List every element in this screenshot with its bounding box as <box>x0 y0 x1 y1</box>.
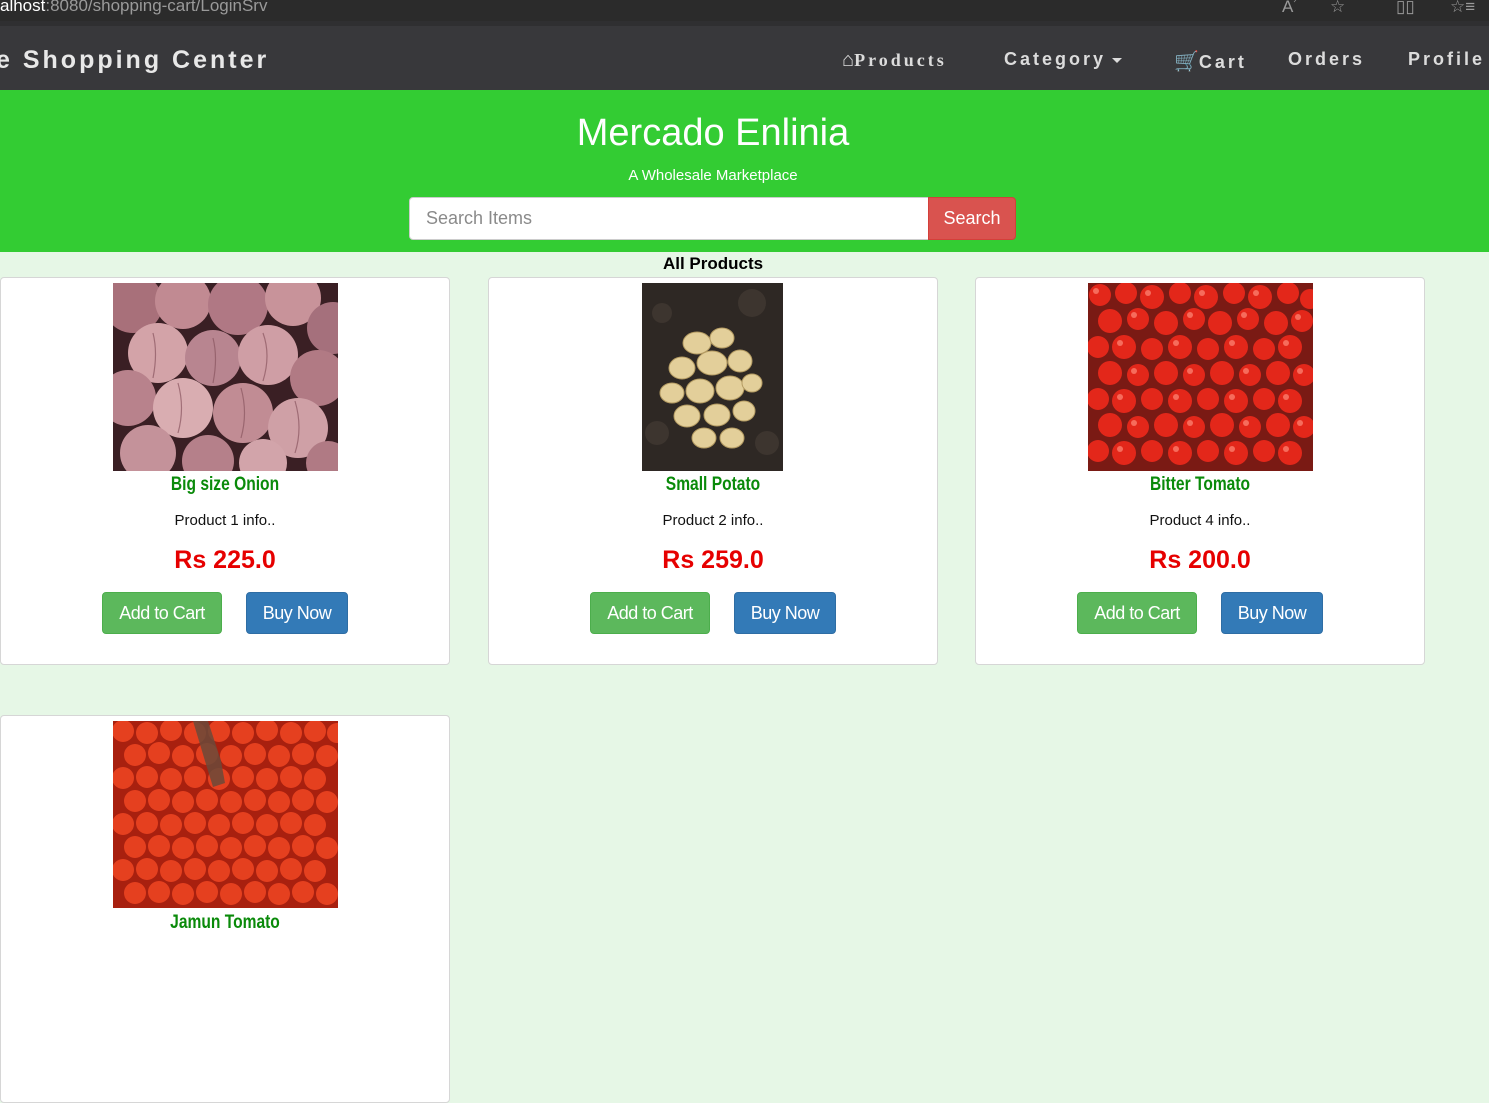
product-image-potato <box>642 283 783 471</box>
product-card: Jamun Tomato <box>0 715 450 1103</box>
product-price: Rs 225.0 <box>174 546 276 574</box>
chevron-down-icon <box>1112 57 1123 63</box>
buy-now-button[interactable]: Buy Now <box>1221 592 1323 634</box>
product-image-onion <box>113 283 338 471</box>
nav-cart-label: Cart <box>1198 52 1247 72</box>
product-name[interactable]: Jamun Tomato <box>41 912 408 934</box>
buy-now-button[interactable]: Buy Now <box>246 592 348 634</box>
product-image-bitter-tomato <box>1088 283 1313 471</box>
address-bar[interactable]: alhost:8080/shopping-cart/LoginSrv <box>0 0 267 16</box>
search-input[interactable] <box>409 197 929 240</box>
product-info: Product 4 info.. <box>1149 512 1251 529</box>
product-price: Rs 200.0 <box>1149 546 1251 574</box>
nav-cart[interactable]: 🛒Cart <box>1174 49 1247 74</box>
favorite-star-icon[interactable]: ☆ <box>1330 0 1345 17</box>
search-button[interactable]: Search <box>928 197 1016 240</box>
nav-category-label: Category <box>1004 49 1107 69</box>
product-card: Big size Onion Product 1 info.. Rs 225.0… <box>0 277 450 665</box>
site-tagline: A Wholesale Marketplace <box>628 167 798 184</box>
read-aloud-icon[interactable]: Aᐟ <box>1282 0 1297 17</box>
browser-toolbar: alhost:8080/shopping-cart/LoginSrv Aᐟ ☆ … <box>0 0 1489 21</box>
top-navbar: e Shopping Center ⌂Products Category 🛒Ca… <box>0 21 1489 90</box>
url-host: alhost <box>0 0 46 15</box>
split-screen-icon[interactable]: ▯▯ <box>1396 0 1415 17</box>
buy-now-button[interactable]: Buy Now <box>734 592 836 634</box>
nav-orders[interactable]: Orders <box>1288 49 1365 70</box>
product-name[interactable]: Small Potato <box>529 474 896 496</box>
nav-profile[interactable]: Profile <box>1408 49 1485 70</box>
url-path: :8080/shopping-cart/LoginSrv <box>45 0 268 15</box>
add-to-cart-button[interactable]: Add to Cart <box>102 592 222 634</box>
section-title: All Products <box>662 254 764 273</box>
nav-category[interactable]: Category <box>1004 49 1123 70</box>
brand-name[interactable]: e Shopping Center <box>0 46 269 75</box>
product-card: Small Potato Product 2 info.. Rs 259.0 A… <box>488 277 938 665</box>
add-to-cart-button[interactable]: Add to Cart <box>590 592 710 634</box>
product-price: Rs 259.0 <box>662 546 764 574</box>
home-icon: ⌂ <box>842 49 855 71</box>
hero-banner: Mercado Enlinia A Wholesale Marketplace … <box>0 90 1489 252</box>
favorites-list-icon[interactable]: ☆≡ <box>1450 0 1475 17</box>
product-name[interactable]: Bitter Tomato <box>1016 474 1383 496</box>
product-card: Bitter Tomato Product 4 info.. Rs 200.0 … <box>975 277 1425 665</box>
nav-products-label: Products <box>854 50 947 70</box>
cart-icon: 🛒 <box>1174 51 1199 73</box>
product-info: Product 1 info.. <box>174 512 276 529</box>
add-to-cart-button[interactable]: Add to Cart <box>1077 592 1197 634</box>
product-info: Product 2 info.. <box>662 512 764 529</box>
product-name[interactable]: Big size Onion <box>41 474 408 496</box>
product-image-jamun-tomato <box>113 721 338 908</box>
site-title: Mercado Enlinia <box>576 112 850 154</box>
nav-products[interactable]: ⌂Products <box>842 49 947 72</box>
